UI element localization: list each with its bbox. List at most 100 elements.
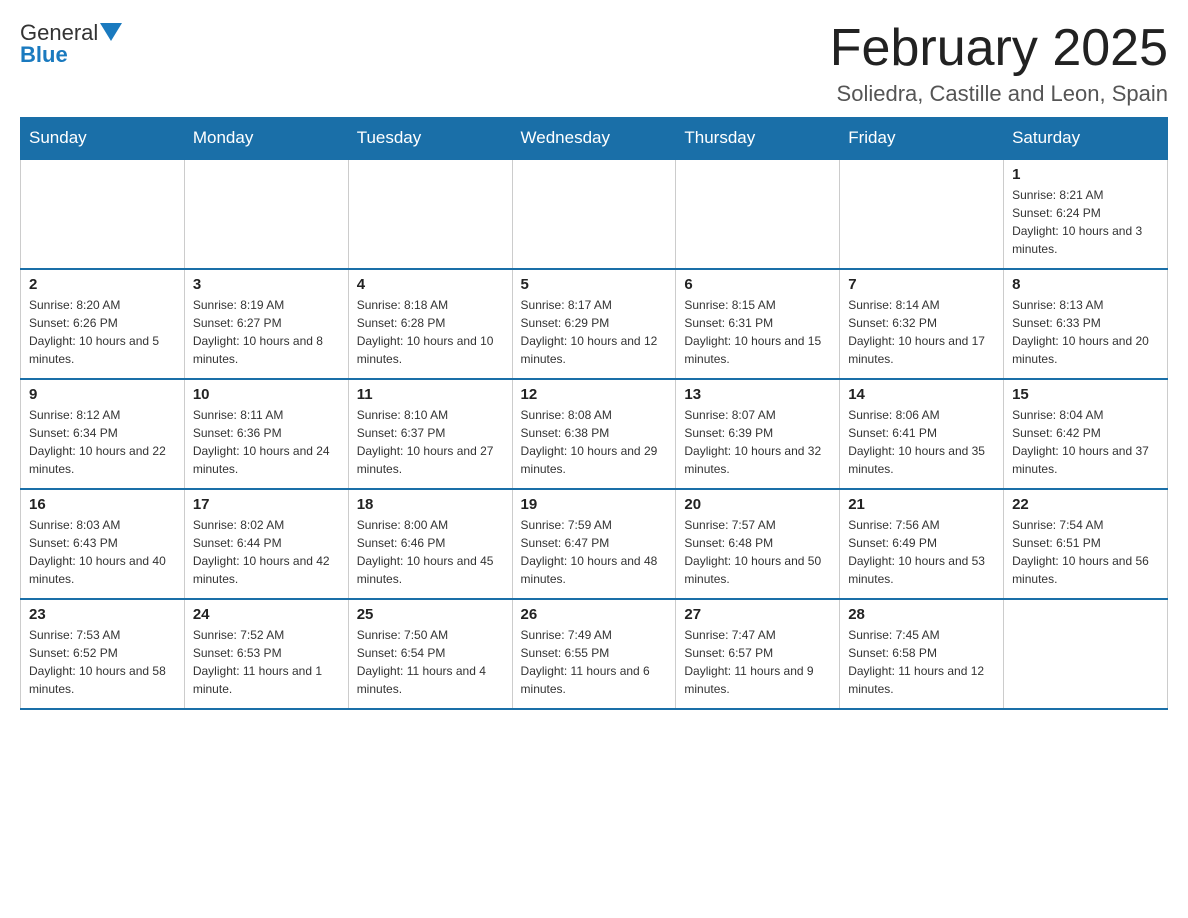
logo: General Blue bbox=[20, 20, 122, 68]
day-info: Sunrise: 8:14 AM Sunset: 6:32 PM Dayligh… bbox=[848, 296, 995, 368]
table-row: 10Sunrise: 8:11 AM Sunset: 6:36 PM Dayli… bbox=[184, 379, 348, 489]
day-number: 1 bbox=[1012, 166, 1159, 183]
page-header: General Blue February 2025 Soliedra, Cas… bbox=[20, 20, 1168, 107]
day-number: 18 bbox=[357, 496, 504, 513]
table-row: 25 Sunrise: 7:50 AM Sunset: 6:54 PM Dayli… bbox=[348, 599, 512, 709]
week-row-1: 1 Sunrise: 8:21 AM Sunset: 6:24 PM Daylig… bbox=[21, 159, 1168, 269]
calendar-header-row: Sunday Monday Tuesday Wednesday Thursday… bbox=[21, 118, 1168, 160]
day-info: Sunrise: 8:08 AM Sunset: 6:38 PM Dayligh… bbox=[521, 406, 668, 478]
location-subtitle: Soliedra, Castille and Leon, Spain bbox=[830, 81, 1168, 107]
day-number: 14 bbox=[848, 386, 995, 403]
table-row: 21Sunrise: 7:56 AM Sunset: 6:49 PM Dayli… bbox=[840, 489, 1004, 599]
day-info: Sunrise: 8:03 AM Sunset: 6:43 PM Dayligh… bbox=[29, 516, 176, 588]
table-row bbox=[512, 159, 676, 269]
week-row-5: 23 Sunrise: 7:53 AM Sunset: 6:52 PM Dayli… bbox=[21, 599, 1168, 709]
day-info: Sunrise: 8:21 AM Sunset: 6:24 PM Dayligh… bbox=[1012, 186, 1159, 258]
day-number: 26 bbox=[521, 606, 668, 623]
day-info: Sunrise: 7:52 AM Sunset: 6:53 PM Dayligh… bbox=[193, 626, 340, 698]
day-number: 11 bbox=[357, 386, 504, 403]
table-row bbox=[840, 159, 1004, 269]
table-row: 1 Sunrise: 8:21 AM Sunset: 6:24 PM Daylig… bbox=[1004, 159, 1168, 269]
week-row-4: 16 Sunrise: 8:03 AM Sunset: 6:43 PM Dayli… bbox=[21, 489, 1168, 599]
table-row: 14 Sunrise: 8:06 AM Sunset: 6:41 PM Dayli… bbox=[840, 379, 1004, 489]
day-info: Sunrise: 8:07 AM Sunset: 6:39 PM Dayligh… bbox=[684, 406, 831, 478]
day-number: 7 bbox=[848, 276, 995, 293]
day-info: Sunrise: 8:19 AM Sunset: 6:27 PM Dayligh… bbox=[193, 296, 340, 368]
day-number: 16 bbox=[29, 496, 176, 513]
day-number: 3 bbox=[193, 276, 340, 293]
day-info: Sunrise: 8:02 AM Sunset: 6:44 PM Dayligh… bbox=[193, 516, 340, 588]
day-number: 13 bbox=[684, 386, 831, 403]
table-row bbox=[676, 159, 840, 269]
day-info: Sunrise: 7:50 AM Sunset: 6:54 PM Dayligh… bbox=[357, 626, 504, 698]
table-row: 2Sunrise: 8:20 AM Sunset: 6:26 PM Daylig… bbox=[21, 269, 185, 379]
day-info: Sunrise: 8:15 AM Sunset: 6:31 PM Dayligh… bbox=[684, 296, 831, 368]
table-row: 4 Sunrise: 8:18 AM Sunset: 6:28 PM Daylig… bbox=[348, 269, 512, 379]
table-row: 20Sunrise: 7:57 AM Sunset: 6:48 PM Dayli… bbox=[676, 489, 840, 599]
day-info: Sunrise: 7:49 AM Sunset: 6:55 PM Dayligh… bbox=[521, 626, 668, 698]
day-info: Sunrise: 8:18 AM Sunset: 6:28 PM Dayligh… bbox=[357, 296, 504, 368]
day-number: 12 bbox=[521, 386, 668, 403]
table-row: 12 Sunrise: 8:08 AM Sunset: 6:38 PM Dayli… bbox=[512, 379, 676, 489]
col-thursday: Thursday bbox=[676, 118, 840, 160]
day-number: 17 bbox=[193, 496, 340, 513]
day-info: Sunrise: 8:10 AM Sunset: 6:37 PM Dayligh… bbox=[357, 406, 504, 478]
day-number: 28 bbox=[848, 606, 995, 623]
day-info: Sunrise: 7:54 AM Sunset: 6:51 PM Dayligh… bbox=[1012, 516, 1159, 588]
logo-blue: Blue bbox=[20, 42, 68, 68]
day-number: 21 bbox=[848, 496, 995, 513]
day-number: 9 bbox=[29, 386, 176, 403]
table-row: 7 Sunrise: 8:14 AM Sunset: 6:32 PM Daylig… bbox=[840, 269, 1004, 379]
day-info: Sunrise: 7:47 AM Sunset: 6:57 PM Dayligh… bbox=[684, 626, 831, 698]
day-info: Sunrise: 8:11 AM Sunset: 6:36 PM Dayligh… bbox=[193, 406, 340, 478]
table-row: 11 Sunrise: 8:10 AM Sunset: 6:37 PM Dayli… bbox=[348, 379, 512, 489]
title-block: February 2025 Soliedra, Castille and Leo… bbox=[830, 20, 1168, 107]
day-info: Sunrise: 7:45 AM Sunset: 6:58 PM Dayligh… bbox=[848, 626, 995, 698]
day-info: Sunrise: 7:53 AM Sunset: 6:52 PM Dayligh… bbox=[29, 626, 176, 698]
table-row: 3 Sunrise: 8:19 AM Sunset: 6:27 PM Daylig… bbox=[184, 269, 348, 379]
table-row: 17 Sunrise: 8:02 AM Sunset: 6:44 PM Dayli… bbox=[184, 489, 348, 599]
day-info: Sunrise: 7:59 AM Sunset: 6:47 PM Dayligh… bbox=[521, 516, 668, 588]
table-row: 27 Sunrise: 7:47 AM Sunset: 6:57 PM Dayli… bbox=[676, 599, 840, 709]
day-info: Sunrise: 8:13 AM Sunset: 6:33 PM Dayligh… bbox=[1012, 296, 1159, 368]
day-number: 5 bbox=[521, 276, 668, 293]
day-number: 6 bbox=[684, 276, 831, 293]
week-row-3: 9 Sunrise: 8:12 AM Sunset: 6:34 PM Daylig… bbox=[21, 379, 1168, 489]
table-row bbox=[21, 159, 185, 269]
col-saturday: Saturday bbox=[1004, 118, 1168, 160]
table-row: 15 Sunrise: 8:04 AM Sunset: 6:42 PM Dayli… bbox=[1004, 379, 1168, 489]
day-number: 22 bbox=[1012, 496, 1159, 513]
day-number: 24 bbox=[193, 606, 340, 623]
table-row: 18 Sunrise: 8:00 AM Sunset: 6:46 PM Dayli… bbox=[348, 489, 512, 599]
day-number: 25 bbox=[357, 606, 504, 623]
day-info: Sunrise: 8:00 AM Sunset: 6:46 PM Dayligh… bbox=[357, 516, 504, 588]
table-row bbox=[184, 159, 348, 269]
day-info: Sunrise: 8:04 AM Sunset: 6:42 PM Dayligh… bbox=[1012, 406, 1159, 478]
day-info: Sunrise: 8:17 AM Sunset: 6:29 PM Dayligh… bbox=[521, 296, 668, 368]
day-number: 23 bbox=[29, 606, 176, 623]
table-row: 6 Sunrise: 8:15 AM Sunset: 6:31 PM Daylig… bbox=[676, 269, 840, 379]
col-wednesday: Wednesday bbox=[512, 118, 676, 160]
day-info: Sunrise: 7:57 AM Sunset: 6:48 PM Dayligh… bbox=[684, 516, 831, 588]
day-number: 4 bbox=[357, 276, 504, 293]
day-number: 2 bbox=[29, 276, 176, 293]
table-row: 26 Sunrise: 7:49 AM Sunset: 6:55 PM Dayli… bbox=[512, 599, 676, 709]
table-row bbox=[1004, 599, 1168, 709]
table-row: 16 Sunrise: 8:03 AM Sunset: 6:43 PM Dayli… bbox=[21, 489, 185, 599]
day-info: Sunrise: 8:06 AM Sunset: 6:41 PM Dayligh… bbox=[848, 406, 995, 478]
col-monday: Monday bbox=[184, 118, 348, 160]
day-number: 15 bbox=[1012, 386, 1159, 403]
col-sunday: Sunday bbox=[21, 118, 185, 160]
day-number: 27 bbox=[684, 606, 831, 623]
day-info: Sunrise: 8:12 AM Sunset: 6:34 PM Dayligh… bbox=[29, 406, 176, 478]
day-number: 8 bbox=[1012, 276, 1159, 293]
day-number: 19 bbox=[521, 496, 668, 513]
table-row: 22 Sunrise: 7:54 AM Sunset: 6:51 PM Dayli… bbox=[1004, 489, 1168, 599]
table-row: 23 Sunrise: 7:53 AM Sunset: 6:52 PM Dayli… bbox=[21, 599, 185, 709]
week-row-2: 2Sunrise: 8:20 AM Sunset: 6:26 PM Daylig… bbox=[21, 269, 1168, 379]
calendar-table: Sunday Monday Tuesday Wednesday Thursday… bbox=[20, 117, 1168, 710]
table-row: 9 Sunrise: 8:12 AM Sunset: 6:34 PM Daylig… bbox=[21, 379, 185, 489]
col-friday: Friday bbox=[840, 118, 1004, 160]
table-row: 8 Sunrise: 8:13 AM Sunset: 6:33 PM Daylig… bbox=[1004, 269, 1168, 379]
table-row: 28 Sunrise: 7:45 AM Sunset: 6:58 PM Dayli… bbox=[840, 599, 1004, 709]
